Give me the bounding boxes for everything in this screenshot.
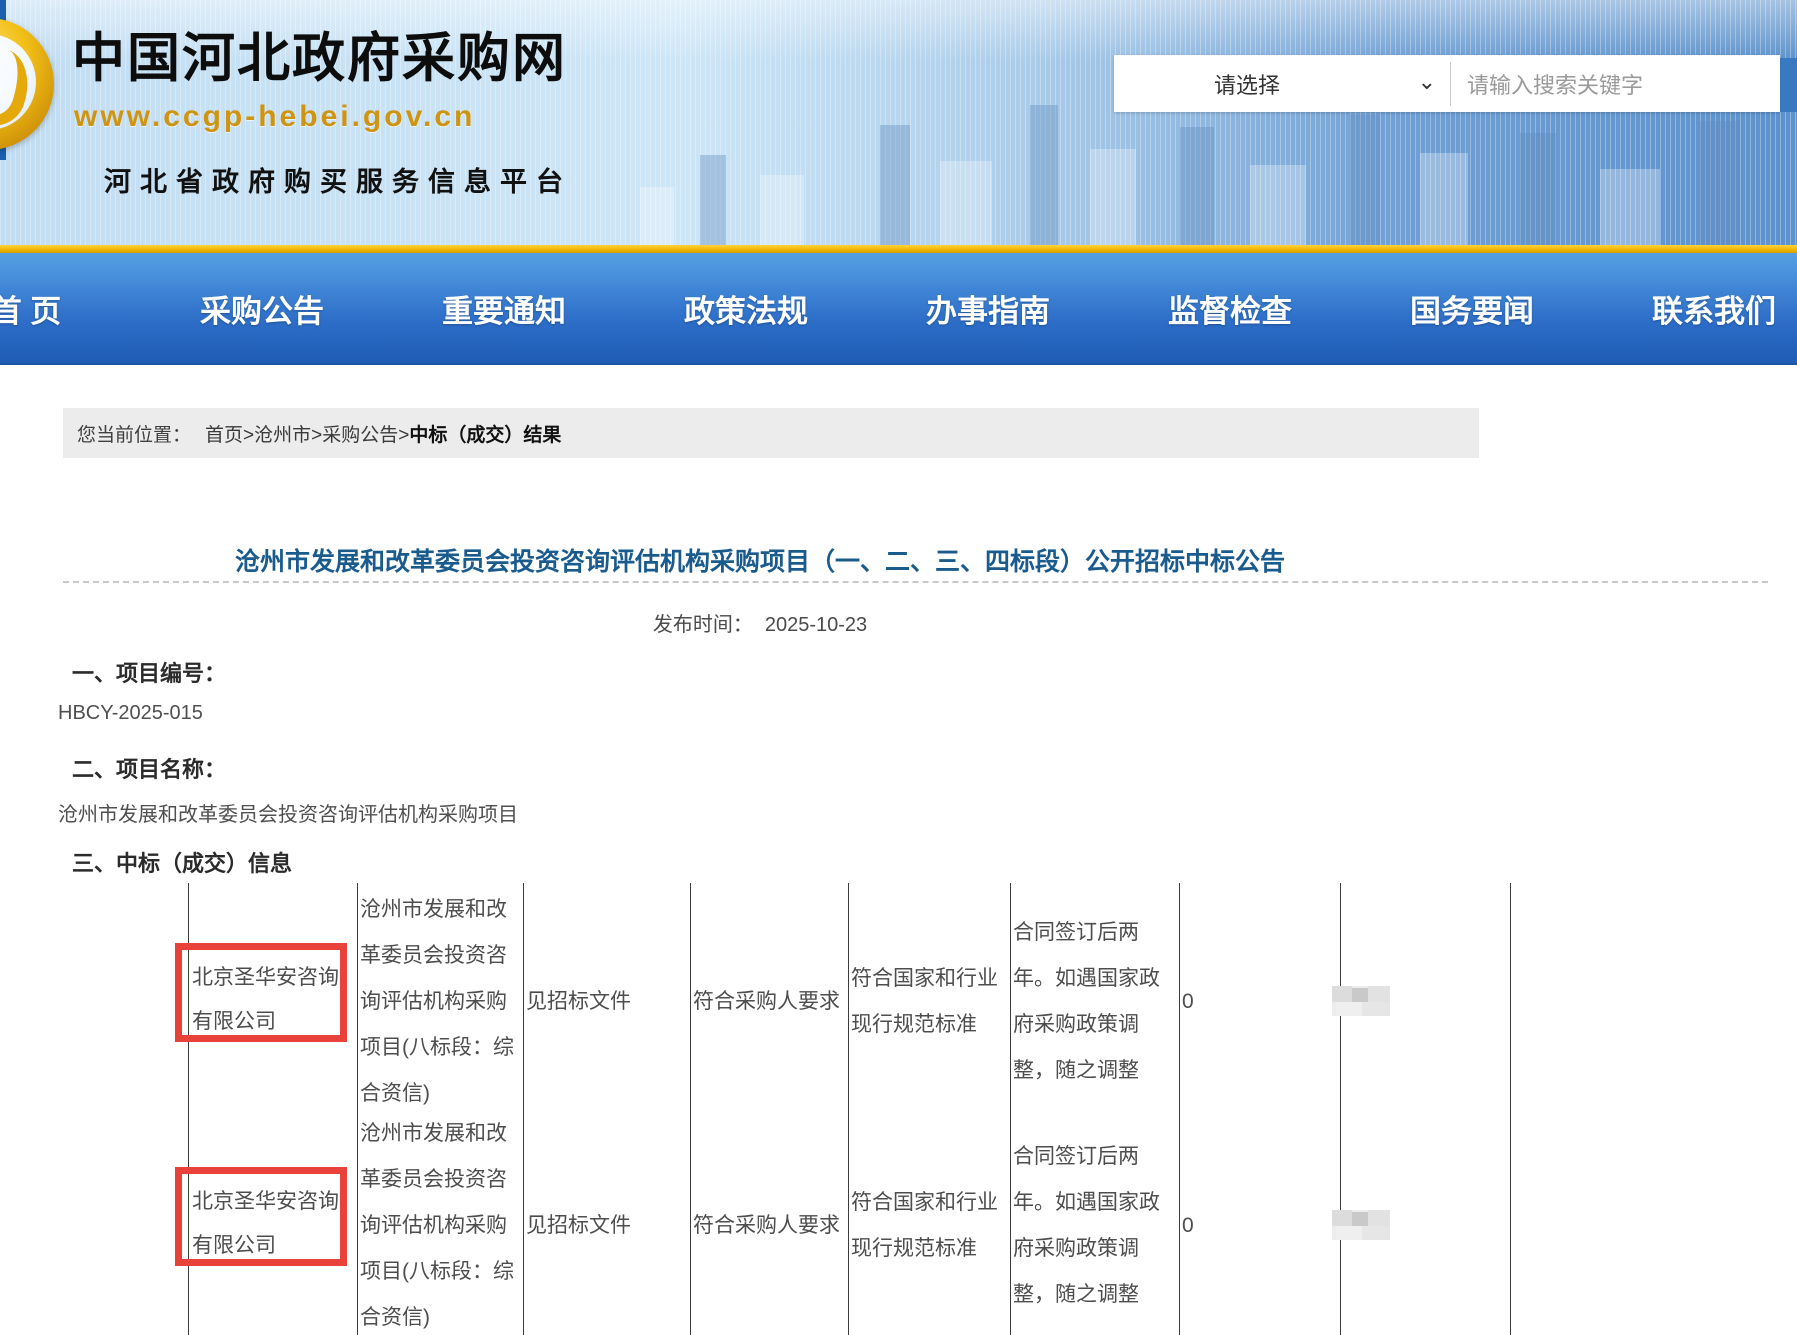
supplier-line: 北京圣华安咨询 (192, 956, 342, 1000)
breadcrumb-path[interactable]: 首页>沧州市>采购公告> (205, 420, 409, 447)
site-subtitle: 河北省政府购买服务信息平台 (104, 160, 572, 199)
nav-item-policies[interactable]: 政策法规 (684, 253, 808, 363)
project-line: 项目(八标段：综 (360, 1025, 520, 1071)
building-silhouette (700, 155, 726, 245)
project-line: 沧州市发展和改 (360, 887, 520, 933)
section3-heading: 三、中标（成交）信息 (72, 846, 292, 878)
nav-item-home[interactable]: 首 页 (0, 253, 61, 363)
building-silhouette (640, 187, 674, 245)
search-button[interactable] (1780, 58, 1797, 112)
nav-item-notices[interactable]: 重要通知 (442, 253, 566, 363)
section2-heading: 二、项目名称： (72, 752, 226, 784)
table-grid-line (357, 883, 358, 1335)
project-line: 沧州市发展和改 (360, 1111, 520, 1157)
building-silhouette (1250, 165, 1306, 245)
project-line: 合资信) (360, 1295, 520, 1335)
nav-item-supervision[interactable]: 监督检查 (1168, 253, 1292, 363)
quality-line: 符合国家和行业 (851, 1180, 998, 1226)
breadcrumb-current: 中标（成交）结果 (409, 420, 561, 447)
table-grid-line (1010, 883, 1011, 1335)
search-input[interactable]: 请输入搜索关键字 (1451, 55, 1780, 112)
nav-item-state-news[interactable]: 国务要闻 (1410, 253, 1534, 363)
title-separator (63, 581, 1768, 583)
term-line: 合同签订后两 (1013, 910, 1160, 956)
project-line: 项目(八标段：综 (360, 1249, 520, 1295)
table-row-supplier: 北京圣华安咨询 有限公司 (188, 1180, 342, 1268)
building-silhouette (1350, 115, 1380, 245)
section1-heading: 一、项目编号： (72, 656, 226, 688)
building-silhouette (1030, 105, 1058, 245)
table-grid-line (1340, 883, 1341, 1335)
redacted-amount-blur (1332, 986, 1390, 1016)
section1-content: HBCY-2025-015 (58, 702, 203, 725)
term-line: 年。如遇国家政 (1013, 956, 1160, 1002)
project-line: 革委员会投资咨 (360, 933, 520, 979)
supplier-line: 北京圣华安咨询 (192, 1180, 342, 1224)
supplier-line: 有限公司 (192, 1224, 342, 1268)
term-line: 年。如遇国家政 (1013, 1180, 1160, 1226)
table-cell-requirement: 符合采购人要求 (693, 1203, 840, 1249)
site-url: www.ccgp-hebei.gov.cn (74, 100, 475, 134)
site-title: 中国河北政府采购网 (72, 16, 712, 92)
quality-line: 符合国家和行业 (851, 956, 998, 1002)
supplier-line: 有限公司 (192, 1000, 342, 1044)
publish-date: 2025-10-23 (765, 614, 867, 636)
breadcrumb: 您当前位置： 首页>沧州市>采购公告> 中标（成交）结果 (63, 408, 1479, 458)
nav-item-procurement[interactable]: 采购公告 (200, 253, 324, 363)
search-placeholder: 请输入搜索关键字 (1467, 68, 1643, 100)
term-line: 整，随之调整 (1013, 1272, 1160, 1318)
article-title: 沧州市发展和改革委员会投资咨询评估机构采购项目（一、二、三、四标段）公开招标中标… (40, 542, 1480, 578)
table-cell-term: 合同签订后两 年。如遇国家政 府采购政策调 整，随之调整 (1013, 1134, 1160, 1318)
table-cell-requirement: 符合采购人要求 (693, 979, 840, 1025)
search-category-select[interactable]: 请选择 ⌄ (1114, 55, 1450, 112)
term-line: 府采购政策调 (1013, 1002, 1160, 1048)
table-cell-quality: 符合国家和行业 现行规范标准 (851, 956, 998, 1048)
main-nav: 首 页 采购公告 重要通知 政策法规 办事指南 监督检查 国务要闻 联系我们 (0, 253, 1797, 365)
building-silhouette (880, 125, 910, 245)
table-grid-line (523, 883, 524, 1335)
table-grid-line (1510, 883, 1511, 1335)
building-silhouette (1090, 149, 1136, 245)
search-category-value: 请选择 (1214, 68, 1280, 100)
building-silhouette (1600, 169, 1660, 245)
publish-line: 发布时间： 2025-10-23 (40, 608, 1480, 637)
building-silhouette (760, 175, 804, 245)
building-silhouette (1520, 133, 1556, 245)
term-line: 整，随之调整 (1013, 1048, 1160, 1094)
table-grid-line (848, 883, 849, 1335)
breadcrumb-label: 您当前位置： (77, 420, 191, 447)
project-line: 询评估机构采购 (360, 1203, 520, 1249)
table-cell-term: 合同签订后两 年。如遇国家政 府采购政策调 整，随之调整 (1013, 910, 1160, 1094)
page: 中国河北政府采购网 www.ccgp-hebei.gov.cn 河北省政府购买服… (0, 0, 1797, 1335)
site-header: 中国河北政府采购网 www.ccgp-hebei.gov.cn 河北省政府购买服… (0, 0, 1797, 245)
redacted-amount-blur (1332, 1210, 1390, 1240)
table-cell-quality: 符合国家和行业 现行规范标准 (851, 1180, 998, 1272)
section2-content: 沧州市发展和改革委员会投资咨询评估机构采购项目 (58, 798, 518, 827)
table-cell-bid-document: 见招标文件 (526, 979, 631, 1025)
nav-item-contact[interactable]: 联系我们 (1652, 253, 1776, 363)
table-cell-amount: 0 (1182, 1203, 1194, 1249)
quality-line: 现行规范标准 (851, 1002, 998, 1048)
publish-label: 发布时间： (653, 614, 753, 636)
building-silhouette (1180, 127, 1214, 245)
table-grid-line (690, 883, 691, 1335)
chevron-down-icon: ⌄ (1418, 69, 1436, 95)
building-silhouette (1700, 121, 1740, 245)
project-line: 询评估机构采购 (360, 979, 520, 1025)
building-silhouette (1420, 153, 1468, 245)
table-cell-project: 沧州市发展和改 革委员会投资咨 询评估机构采购 项目(八标段：综 合资信) (360, 1111, 520, 1335)
table-grid-line (1179, 883, 1180, 1335)
term-line: 府采购政策调 (1013, 1226, 1160, 1272)
gold-divider-bar (0, 245, 1797, 253)
term-line: 合同签订后两 (1013, 1134, 1160, 1180)
project-line: 革委员会投资咨 (360, 1157, 520, 1203)
table-row-supplier: 北京圣华安咨询 有限公司 (188, 956, 342, 1044)
table-cell-bid-document: 见招标文件 (526, 1203, 631, 1249)
building-silhouette (940, 161, 992, 245)
table-cell-amount: 0 (1182, 979, 1194, 1025)
quality-line: 现行规范标准 (851, 1226, 998, 1272)
search-bar: 请选择 ⌄ 请输入搜索关键字 (1114, 55, 1780, 112)
nav-item-guide[interactable]: 办事指南 (926, 253, 1050, 363)
table-cell-project: 沧州市发展和改 革委员会投资咨 询评估机构采购 项目(八标段：综 合资信) (360, 887, 520, 1117)
